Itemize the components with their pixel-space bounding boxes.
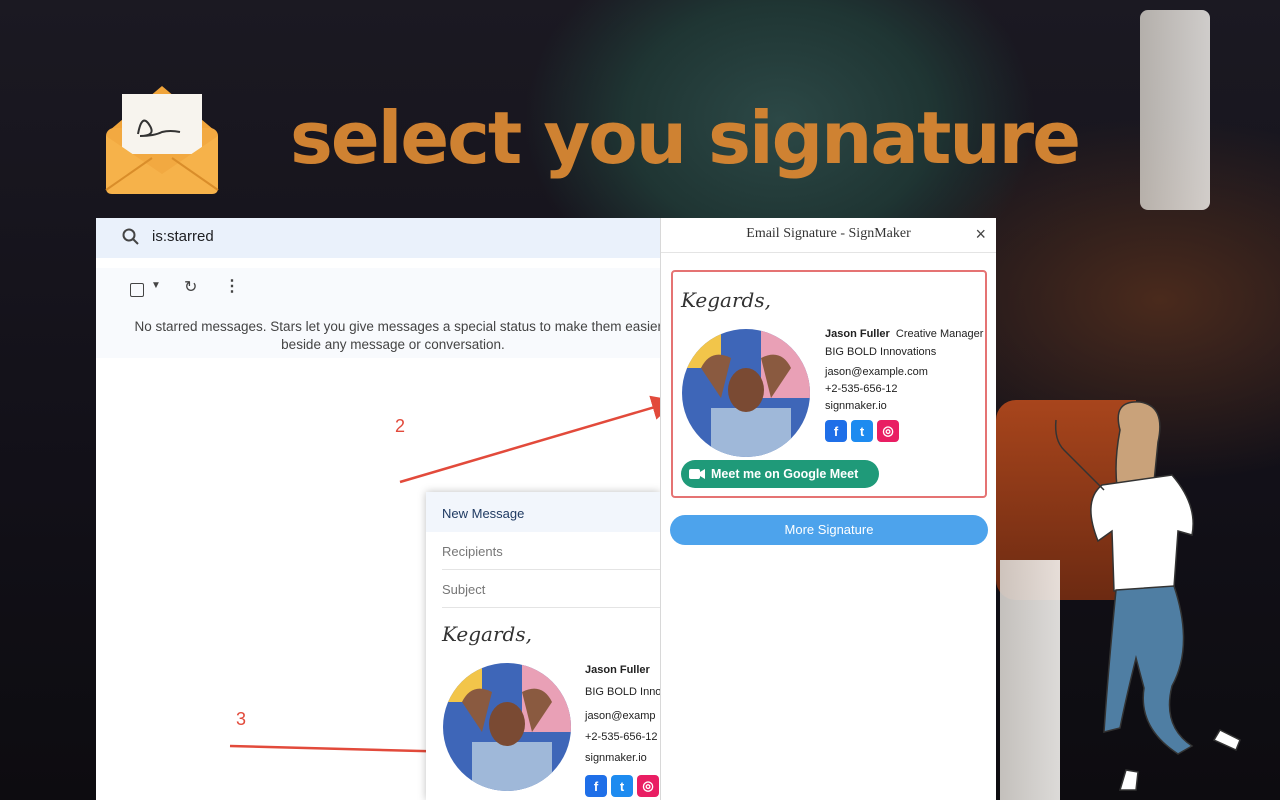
google-meet-button[interactable]: Meet me on Google Meet [681, 460, 879, 488]
compose-window: New Message Recipients Subject Kegards, … [426, 492, 660, 800]
signature-name: Jason Fuller [825, 328, 890, 340]
woman-illustration [1054, 401, 1241, 791]
select-dropdown-icon[interactable]: ▼ [151, 280, 161, 291]
social-links: f t ◎ [825, 420, 899, 442]
select-all-checkbox[interactable] [130, 283, 144, 297]
search-bar[interactable]: is:starred [96, 218, 660, 258]
twitter-icon[interactable]: t [851, 420, 873, 442]
refresh-icon[interactable]: ↻ [184, 277, 197, 297]
empty-line-2: beside any message or conversation. [281, 337, 505, 352]
close-icon[interactable]: × [975, 224, 986, 245]
annotation-step-3: 3 [236, 709, 247, 729]
signature-company: BIG BOLD Inno [585, 686, 660, 698]
page-headline: select you signature [290, 96, 1081, 180]
signature-phone: +2-535-656-12 [585, 731, 658, 743]
signature-greeting: Kegards, [442, 622, 532, 646]
panel-divider [661, 252, 996, 253]
signature-email: jason@examp [585, 710, 656, 722]
signature-website: signmaker.io [585, 752, 647, 764]
profile-photo [443, 663, 571, 791]
more-signature-button[interactable]: More Signature [670, 515, 988, 545]
signature-website: signmaker.io [825, 400, 887, 412]
recipients-field[interactable]: Recipients [442, 532, 660, 570]
instagram-icon[interactable]: ◎ [637, 775, 659, 797]
search-query[interactable]: is:starred [152, 228, 214, 245]
compose-title: New Message [426, 492, 660, 532]
signature-greeting: Kegards, [681, 288, 771, 312]
signature-card[interactable]: Kegards, Jason Fuller Creative Manager B… [671, 270, 987, 498]
background-chair [1140, 10, 1210, 210]
search-icon [122, 228, 139, 245]
panel-title: Email Signature - SignMaker [746, 226, 911, 241]
signmaker-panel: Email Signature - SignMaker × Kegards, J… [660, 218, 996, 800]
signature-company: BIG BOLD Innovations [825, 346, 937, 358]
video-camera-icon [689, 469, 705, 479]
facebook-icon[interactable]: f [825, 420, 847, 442]
facebook-icon[interactable]: f [585, 775, 607, 797]
signature-role: Creative Manager [895, 328, 984, 340]
envelope-icon [105, 86, 219, 194]
more-options-icon[interactable]: ⋮ [224, 276, 240, 296]
profile-photo [682, 329, 810, 457]
social-links: f t ◎ [585, 775, 659, 797]
empty-line-1: No starred messages. Stars let you give … [134, 319, 661, 334]
empty-state-message: No starred messages. Stars let you give … [122, 318, 661, 354]
google-meet-label: Meet me on Google Meet [711, 467, 859, 481]
signature-email: jason@example.com [825, 366, 928, 378]
annotation-step-2: 2 [395, 416, 406, 436]
instagram-icon[interactable]: ◎ [877, 420, 899, 442]
subject-field[interactable]: Subject [442, 570, 660, 608]
signature-name-line: Jason Fuller Creative Manager [825, 328, 983, 340]
twitter-icon[interactable]: t [611, 775, 633, 797]
signature-name: Jason Fuller [585, 664, 650, 676]
signature-phone: +2-535-656-12 [825, 383, 898, 395]
